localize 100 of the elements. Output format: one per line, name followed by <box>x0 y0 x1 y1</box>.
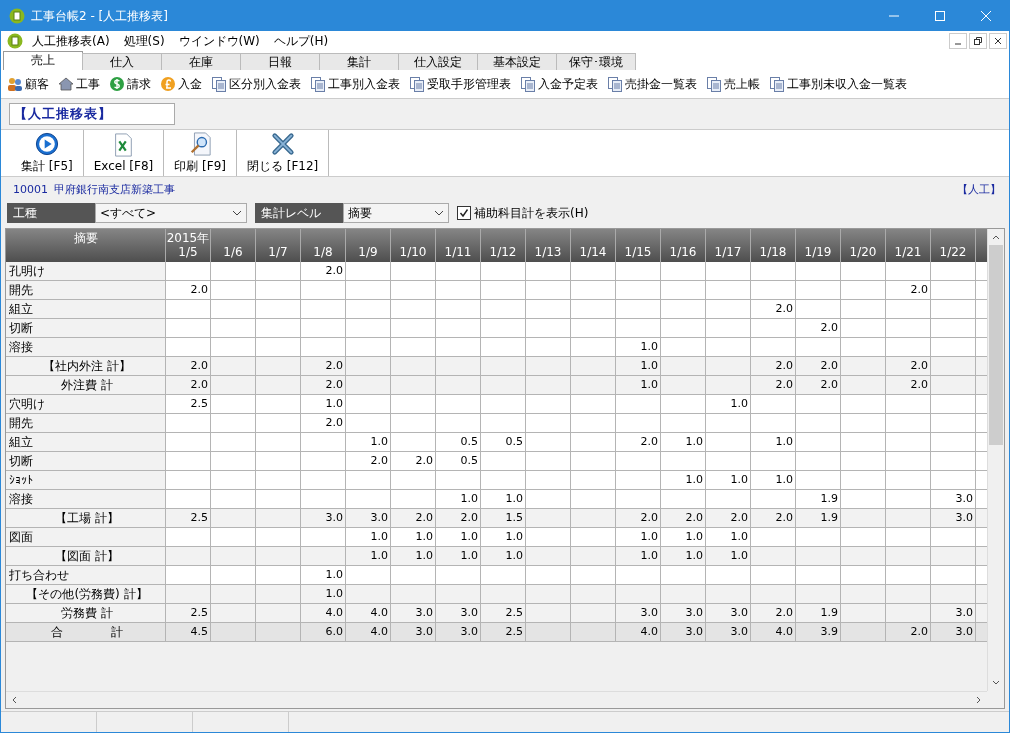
table-cell <box>526 300 571 319</box>
table-cell <box>436 585 481 604</box>
tab[interactable]: 在庫 <box>161 53 241 70</box>
table-cell <box>526 490 571 509</box>
tab[interactable]: 保守･環境 <box>556 53 636 70</box>
toolbar-button[interactable]: Excel [F8] <box>83 130 165 176</box>
table-cell: 2.0 <box>796 357 841 376</box>
toolbar-button[interactable]: 印刷 [F9] <box>164 130 237 176</box>
menu-item[interactable]: 人工推移表(A) <box>25 32 117 50</box>
document-icon <box>706 76 722 92</box>
table-cell <box>796 338 841 357</box>
table-cell: 2.0 <box>166 357 211 376</box>
row-label: 開先 <box>6 281 166 300</box>
toolbar-link[interactable]: 受取手形管理表 <box>427 75 511 93</box>
toolbar-link[interactable]: 入金予定表 <box>538 75 598 93</box>
table-cell <box>571 566 616 585</box>
table-cell <box>391 357 436 376</box>
table-cell <box>436 395 481 414</box>
table-cell <box>346 471 391 490</box>
checkbox[interactable] <box>457 206 471 220</box>
close-icon[interactable] <box>981 11 991 21</box>
toolbar-button[interactable]: 閉じる [F12] <box>236 130 330 176</box>
table-cell: 1.0 <box>706 528 751 547</box>
table-cell <box>256 452 301 471</box>
table-cell: 1.0 <box>481 528 526 547</box>
table-cell <box>886 566 931 585</box>
table-cell: 1.0 <box>481 490 526 509</box>
table-cell <box>301 433 346 452</box>
table-cell: 1.0 <box>616 528 661 547</box>
row-label: 組立 <box>6 300 166 319</box>
table-cell <box>841 319 886 338</box>
table-cell <box>931 395 976 414</box>
toolbar-link[interactable]: 請求 <box>127 75 151 93</box>
table-cell <box>796 452 841 471</box>
table-cell <box>931 376 976 395</box>
tab[interactable]: 日報 <box>240 53 320 70</box>
table-cell: 2.0 <box>886 623 931 642</box>
table-cell <box>976 528 987 547</box>
table-cell: 2.0 <box>796 319 841 338</box>
table-cell <box>571 357 616 376</box>
vertical-scrollbar[interactable] <box>987 229 1004 691</box>
table-cell: 1.0 <box>706 395 751 414</box>
table-cell: 2.0 <box>796 376 841 395</box>
project-name: 甲府銀行南支店新築工事 <box>54 181 175 197</box>
table-cell <box>706 338 751 357</box>
toolbar-link[interactable]: 工事別入金表 <box>328 75 400 93</box>
toolbar-button[interactable]: 集計 [F5] <box>11 130 84 176</box>
checkbox-label[interactable]: 補助科目計を表示(H) <box>474 204 589 222</box>
table-cell <box>661 281 706 300</box>
toolbar-link[interactable]: 顧客 <box>25 75 49 93</box>
report-title: 【人工推移表】 <box>9 103 175 125</box>
tab[interactable]: 仕入 <box>82 53 162 70</box>
table-cell: 1.0 <box>751 471 796 490</box>
table-cell <box>436 338 481 357</box>
close-icon <box>994 37 1002 45</box>
toolbar-link[interactable]: 入金 <box>178 75 202 93</box>
table-cell <box>931 471 976 490</box>
dollar-icon <box>109 76 125 92</box>
dropdown[interactable]: 摘要 <box>343 203 449 223</box>
table-cell <box>976 471 987 490</box>
close-button[interactable] <box>989 33 1007 49</box>
table-cell <box>976 490 987 509</box>
scrollbar-thumb[interactable] <box>989 245 1003 445</box>
column-header: 1/19 <box>796 229 841 262</box>
table-cell <box>256 357 301 376</box>
table-cell <box>256 433 301 452</box>
column-header: 1/11 <box>436 229 481 262</box>
tab[interactable]: 売上 <box>3 51 83 70</box>
toolbar-link[interactable]: 工事別未収入金一覧表 <box>787 75 907 93</box>
column-header: 1/8 <box>301 229 346 262</box>
toolbar-link[interactable]: 売掛金一覧表 <box>625 75 697 93</box>
table-cell: 1.0 <box>616 357 661 376</box>
table-cell <box>841 471 886 490</box>
menu-item[interactable]: ヘルプ(H) <box>266 32 336 50</box>
restore-button[interactable] <box>969 33 987 49</box>
table-cell <box>166 547 211 566</box>
menu-item[interactable]: ウインドウ(W) <box>171 32 267 50</box>
menu-item[interactable]: 処理(S) <box>116 32 172 50</box>
table-cell <box>841 623 886 642</box>
tab[interactable]: 基本設定 <box>477 53 557 70</box>
toolbar-link[interactable]: 売上帳 <box>724 75 760 93</box>
table-cell <box>211 262 256 281</box>
table-cell <box>256 585 301 604</box>
row-label: 溶接 <box>6 338 166 357</box>
table-cell <box>571 604 616 623</box>
table-cell <box>886 452 931 471</box>
table-cell: 1.0 <box>391 528 436 547</box>
table-cell <box>166 262 211 281</box>
tab[interactable]: 集計 <box>319 53 399 70</box>
toolbar-link[interactable]: 区分別入金表 <box>229 75 301 93</box>
toolbar-link[interactable]: 工事 <box>76 75 100 93</box>
maximize-icon[interactable] <box>935 11 945 21</box>
table-cell <box>481 376 526 395</box>
table-cell <box>706 262 751 281</box>
table-cell <box>436 376 481 395</box>
tab[interactable]: 仕入設定 <box>398 53 478 70</box>
dropdown[interactable]: <すべて> <box>95 203 247 223</box>
table-cell: 6.0 <box>301 623 346 642</box>
table-cell: 1.0 <box>706 471 751 490</box>
table-cell <box>841 490 886 509</box>
